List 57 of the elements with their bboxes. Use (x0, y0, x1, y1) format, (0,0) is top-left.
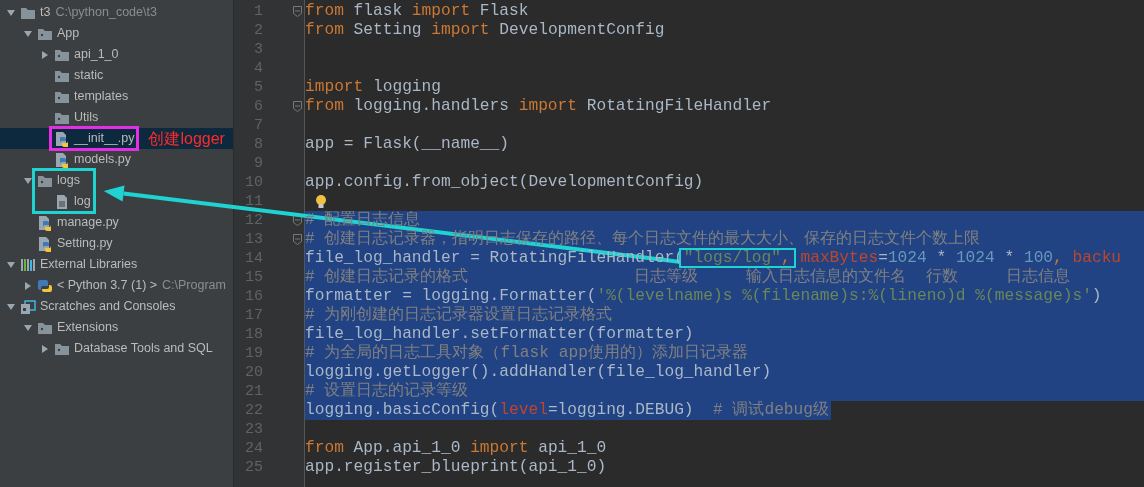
tree-item[interactable]: templates (74, 87, 129, 106)
tree-item[interactable]: Utils (74, 108, 99, 127)
annotation-note: 创建logger (148, 128, 225, 149)
expand-arrow-icon[interactable] (23, 280, 33, 291)
code-line: app.register_blueprint(api_1_0) (305, 458, 608, 477)
code-line: # 设置日志的记录等级 (305, 382, 470, 401)
collapse-arrow-icon[interactable] (6, 259, 16, 270)
code-line: # 创建日志记录的格式 日志等级 输入日志信息的文件名 行数 日志信息 (305, 268, 1072, 287)
collapse-arrow-icon[interactable] (23, 322, 33, 333)
code-line: import logging (305, 78, 442, 97)
collapse-arrow-icon[interactable] (23, 175, 33, 186)
code-line: logging.getLogger().addHandler(file_log_handler) (305, 363, 773, 381)
tree-item[interactable]: models.py (74, 150, 131, 169)
tree-item[interactable]: App (57, 24, 80, 43)
python-file-icon (37, 214, 53, 231)
code-line: file_log_handler.setFormatter(formatter) (305, 325, 695, 343)
code-line: formatter = logging.Formatter('%(levelname)s %(filename)s:%(lineno)d %(message)s') (305, 287, 1103, 305)
tree-item[interactable]: Scratches and Consoles (40, 297, 176, 316)
python-file-icon (54, 151, 70, 168)
expand-arrow-icon[interactable] (40, 343, 50, 354)
collapse-arrow-icon[interactable] (6, 7, 16, 18)
code-line: app.config.from_object(DevelopmentConfig) (305, 173, 705, 192)
code-line: # 为全局的日志工具对象（flask app使用的）添加日记录器 (305, 344, 749, 363)
tree-item[interactable]: log (74, 192, 91, 211)
tree-item[interactable]: Setting.py (57, 234, 113, 253)
scratches-icon (20, 298, 36, 315)
tree-item[interactable]: logs (57, 171, 80, 190)
fold-icon[interactable] (293, 215, 302, 226)
python-file-icon (54, 130, 70, 147)
code-line: from App.api_1_0 import api_1_0 (305, 439, 608, 458)
libraries-icon (20, 256, 36, 273)
python-file-icon (37, 235, 53, 252)
code-line: app = Flask(__name__) (305, 135, 510, 154)
code-line: from logging.handlers import RotatingFileHandler (305, 97, 773, 116)
tree-item[interactable]: t3 (40, 3, 51, 22)
text-file-icon (54, 193, 70, 210)
tree-item[interactable]: static (74, 66, 104, 85)
code-line: # 为刚创建的日志记录器设置日志记录格式 (305, 306, 614, 325)
lightbulb-icon[interactable] (314, 193, 328, 210)
path-text: C:\python_code\t3 (55, 4, 157, 22)
collapse-arrow-icon[interactable] (23, 28, 33, 39)
tree-item[interactable]: Database Tools and SQL (74, 339, 213, 358)
tree-item[interactable]: api_1_0 (74, 45, 119, 64)
tree-item[interactable]: manage.py (57, 213, 119, 232)
code-line: from Setting import DevelopmentConfig (305, 21, 666, 40)
expand-arrow-icon[interactable] (40, 49, 50, 60)
tree-item[interactable]: < Python 3.7 (1) > (57, 276, 158, 295)
fold-icon[interactable] (293, 6, 302, 17)
tree-item[interactable]: External Libraries (40, 255, 138, 274)
tree-item[interactable]: Extensions (57, 318, 119, 337)
collapse-arrow-icon[interactable] (6, 301, 16, 312)
code-line: from flask import Flask (305, 2, 530, 21)
fold-icon[interactable] (293, 101, 302, 112)
fold-icon[interactable] (293, 234, 302, 245)
path-text: C:\Program (162, 277, 226, 295)
python-icon (37, 277, 53, 294)
tree-item[interactable]: __init__.py (74, 129, 135, 148)
